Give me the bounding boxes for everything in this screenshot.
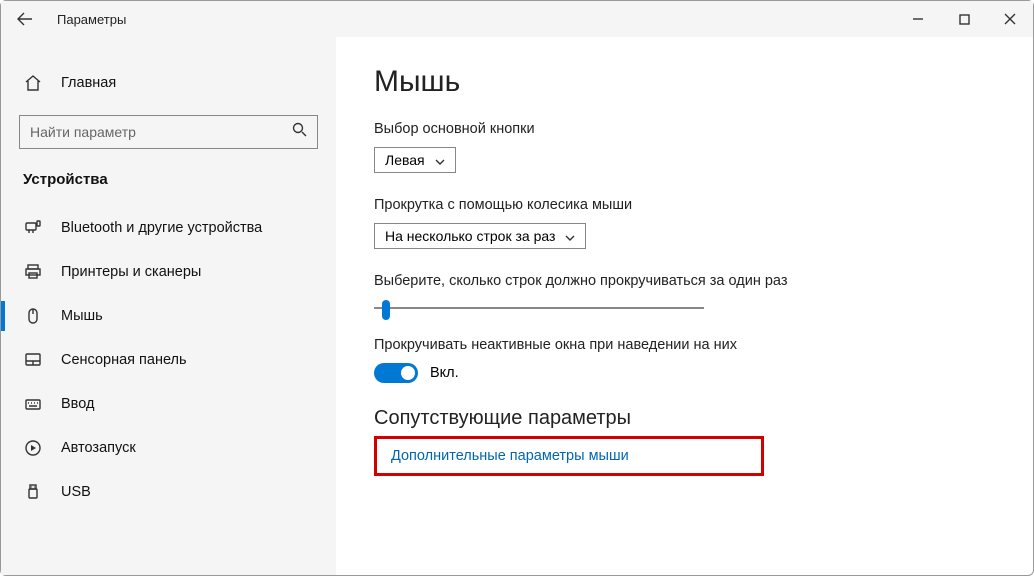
window-title: Параметры [57, 12, 126, 27]
sidebar-item-label: Bluetooth и другие устройства [61, 220, 262, 236]
content-pane: Мышь Выбор основной кнопки Левая Прокрут… [336, 37, 1033, 575]
settings-window: Параметры Главная [0, 0, 1034, 576]
touchpad-icon [23, 350, 43, 370]
inactive-scroll-toggle-row: Вкл. [374, 363, 995, 383]
sidebar-item-label: USB [61, 484, 91, 500]
printer-icon [23, 262, 43, 282]
sidebar: Главная Устройства Bluetooth и другие ус… [1, 37, 336, 575]
mouse-icon [23, 306, 43, 326]
search-wrap [19, 115, 318, 149]
scroll-wheel-value: На несколько строк за раз [385, 228, 555, 244]
sidebar-item-label: Сенсорная панель [61, 352, 187, 368]
primary-button-dropdown[interactable]: Левая [374, 147, 456, 173]
titlebar: Параметры [1, 1, 1033, 37]
sidebar-item-label: Мышь [61, 308, 103, 324]
inactive-scroll-label: Прокручивать неактивные окна при наведен… [374, 337, 995, 353]
autoplay-icon [23, 438, 43, 458]
search-input[interactable] [30, 124, 292, 140]
chevron-down-icon [435, 152, 445, 168]
additional-mouse-options-link[interactable]: Дополнительные параметры мыши [391, 448, 629, 464]
chevron-down-icon [565, 228, 575, 244]
sidebar-item-printers[interactable]: Принтеры и сканеры [1, 250, 336, 294]
slider-thumb[interactable] [382, 300, 390, 320]
bluetooth-icon [23, 218, 43, 238]
scroll-wheel-label: Прокрутка с помощью колесика мыши [374, 197, 995, 213]
usb-icon [23, 482, 43, 502]
sidebar-item-label: Ввод [61, 396, 94, 412]
sidebar-item-label: Принтеры и сканеры [61, 264, 201, 280]
back-button[interactable] [11, 5, 39, 33]
page-title: Мышь [374, 65, 995, 99]
sidebar-item-label: Автозапуск [61, 440, 136, 456]
maximize-button[interactable] [941, 1, 987, 37]
related-settings-title: Сопутствующие параметры [374, 407, 995, 430]
window-body: Главная Устройства Bluetooth и другие ус… [1, 37, 1033, 575]
minimize-button[interactable] [895, 1, 941, 37]
sidebar-item-autoplay[interactable]: Автозапуск [1, 426, 336, 470]
primary-button-value: Левая [385, 152, 425, 168]
primary-button-label: Выбор основной кнопки [374, 121, 995, 137]
sidebar-item-typing[interactable]: Ввод [1, 382, 336, 426]
slider-track [374, 307, 704, 309]
sidebar-item-usb[interactable]: USB [1, 470, 336, 514]
toggle-state-label: Вкл. [430, 365, 459, 381]
highlight-annotation: Дополнительные параметры мыши [374, 436, 764, 476]
lines-label: Выберите, сколько строк должно прокручив… [374, 273, 995, 289]
home-icon [23, 73, 43, 93]
sidebar-item-touchpad[interactable]: Сенсорная панель [1, 338, 336, 382]
scroll-wheel-dropdown[interactable]: На несколько строк за раз [374, 223, 586, 249]
window-controls [895, 1, 1033, 37]
search-box[interactable] [19, 115, 318, 149]
sidebar-category: Устройства [1, 167, 336, 206]
sidebar-home[interactable]: Главная [1, 61, 336, 105]
keyboard-icon [23, 394, 43, 414]
lines-slider[interactable] [374, 299, 704, 317]
inactive-scroll-toggle[interactable] [374, 363, 418, 383]
sidebar-item-mouse[interactable]: Мышь [1, 294, 336, 338]
sidebar-item-bluetooth[interactable]: Bluetooth и другие устройства [1, 206, 336, 250]
sidebar-home-label: Главная [61, 75, 116, 91]
search-icon [292, 122, 307, 142]
close-button[interactable] [987, 1, 1033, 37]
